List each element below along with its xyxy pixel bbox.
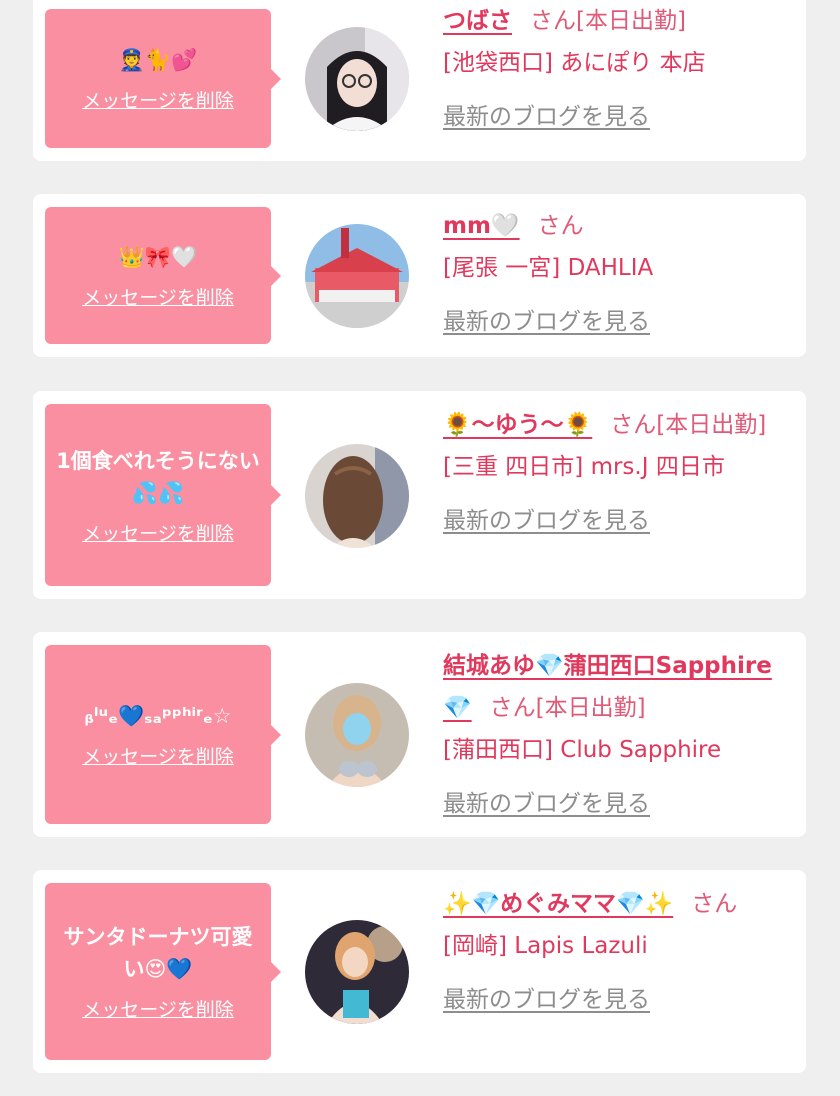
message-card: 👑🎀🤍 メッセージを削除 mm🤍 さん [尾張 一宮] DAHLIA 最新のブログ… bbox=[33, 194, 806, 357]
avatar[interactable] bbox=[305, 683, 409, 787]
honorific-status: さん[本日出勤] bbox=[489, 695, 646, 721]
delete-message-link[interactable]: メッセージを削除 bbox=[82, 86, 234, 113]
avatar[interactable] bbox=[305, 444, 409, 548]
message-card: 👮🐈💕 メッセージを削除 つばさ さん[本日出勤] [池袋西口] あにぽり 本店 … bbox=[33, 0, 806, 161]
honorific-status: さん bbox=[537, 213, 584, 239]
cast-name-link[interactable]: つばさ bbox=[443, 8, 512, 34]
info-block: mm🤍 さん [尾張 一宮] DAHLIA 最新のブログを見る bbox=[443, 205, 795, 343]
message-card: ᵦˡᵘₑ💙ₛₐᵖᵖʰⁱʳₑ☆ メッセージを削除 結城あゆ💎蒲田西口Sapphir… bbox=[33, 632, 806, 837]
delete-message-link[interactable]: メッセージを削除 bbox=[82, 995, 234, 1022]
honorific-status: さん[本日出勤] bbox=[610, 412, 767, 438]
info-block: ✨💎めぐみママ💎✨ さん [岡崎] Lapis Lazuli 最新のブログを見る bbox=[443, 883, 795, 1021]
info-block: 🌻〜ゆう〜🌻 さん[本日出勤] [三重 四日市] mrs.J 四日市 最新のブログ… bbox=[443, 404, 795, 542]
name-line: 結城あゆ💎蒲田西口Sapphire💎 さん[本日出勤] bbox=[443, 645, 795, 729]
honorific-status: さん bbox=[691, 891, 738, 917]
shop-info: [尾張 一宮] DAHLIA bbox=[443, 255, 654, 281]
message-text: 👮🐈💕 bbox=[118, 48, 198, 72]
avatar[interactable] bbox=[305, 920, 409, 1024]
cast-name-link[interactable]: 🌻〜ゆう〜🌻 bbox=[443, 412, 592, 438]
name-line: つばさ さん[本日出勤] bbox=[443, 0, 795, 42]
name-line: ✨💎めぐみママ💎✨ さん bbox=[443, 883, 795, 925]
message-bubble: 👑🎀🤍 メッセージを削除 bbox=[45, 207, 281, 344]
delete-message-link[interactable]: メッセージを削除 bbox=[82, 742, 234, 769]
shop-info: [三重 四日市] mrs.J 四日市 bbox=[443, 454, 725, 480]
delete-message-link[interactable]: メッセージを削除 bbox=[82, 519, 234, 546]
avatar[interactable] bbox=[305, 27, 409, 131]
info-block: 結城あゆ💎蒲田西口Sapphire💎 さん[本日出勤] [蒲田西口] Club S… bbox=[443, 645, 795, 825]
view-blog-link[interactable]: 最新のブログを見る bbox=[443, 500, 650, 542]
message-bubble: ᵦˡᵘₑ💙ₛₐᵖᵖʰⁱʳₑ☆ メッセージを削除 bbox=[45, 645, 281, 824]
cast-name-link[interactable]: ✨💎めぐみママ💎✨ bbox=[443, 891, 673, 917]
cast-name-link[interactable]: mm🤍 bbox=[443, 213, 520, 239]
name-line: 🌻〜ゆう〜🌻 さん[本日出勤] bbox=[443, 404, 795, 446]
view-blog-link[interactable]: 最新のブログを見る bbox=[443, 301, 650, 343]
honorific-status: さん[本日出勤] bbox=[530, 8, 686, 34]
message-text: サンタドーナツ可愛い😍💙 bbox=[63, 925, 253, 981]
shop-info: [蒲田西口] Club Sapphire bbox=[443, 737, 722, 763]
info-block: つばさ さん[本日出勤] [池袋西口] あにぽり 本店 最新のブログを見る bbox=[443, 0, 795, 138]
message-bubble: 👮🐈💕 メッセージを削除 bbox=[45, 9, 281, 148]
delete-message-link[interactable]: メッセージを削除 bbox=[82, 283, 234, 310]
message-text: 1個食べれそうにない💦💦 bbox=[56, 448, 260, 505]
message-card: サンタドーナツ可愛い😍💙 メッセージを削除 ✨💎めぐみママ💎✨ さん [岡崎] L… bbox=[33, 870, 806, 1073]
view-blog-link[interactable]: 最新のブログを見る bbox=[443, 979, 650, 1021]
message-text: ᵦˡᵘₑ💙ₛₐᵖᵖʰⁱʳₑ☆ bbox=[84, 704, 232, 728]
name-line: mm🤍 さん bbox=[443, 205, 795, 247]
message-text: 👑🎀🤍 bbox=[118, 245, 198, 269]
message-bubble: サンタドーナツ可愛い😍💙 メッセージを削除 bbox=[45, 883, 281, 1060]
view-blog-link[interactable]: 最新のブログを見る bbox=[443, 783, 650, 825]
avatar[interactable] bbox=[305, 224, 409, 328]
shop-info: [池袋西口] あにぽり 本店 bbox=[443, 50, 706, 76]
message-card: 1個食べれそうにない💦💦 メッセージを削除 🌻〜ゆう〜🌻 さん[本日出勤] [三重… bbox=[33, 391, 806, 599]
view-blog-link[interactable]: 最新のブログを見る bbox=[443, 96, 650, 138]
shop-info: [岡崎] Lapis Lazuli bbox=[443, 933, 648, 959]
message-bubble: 1個食べれそうにない💦💦 メッセージを削除 bbox=[45, 404, 281, 586]
